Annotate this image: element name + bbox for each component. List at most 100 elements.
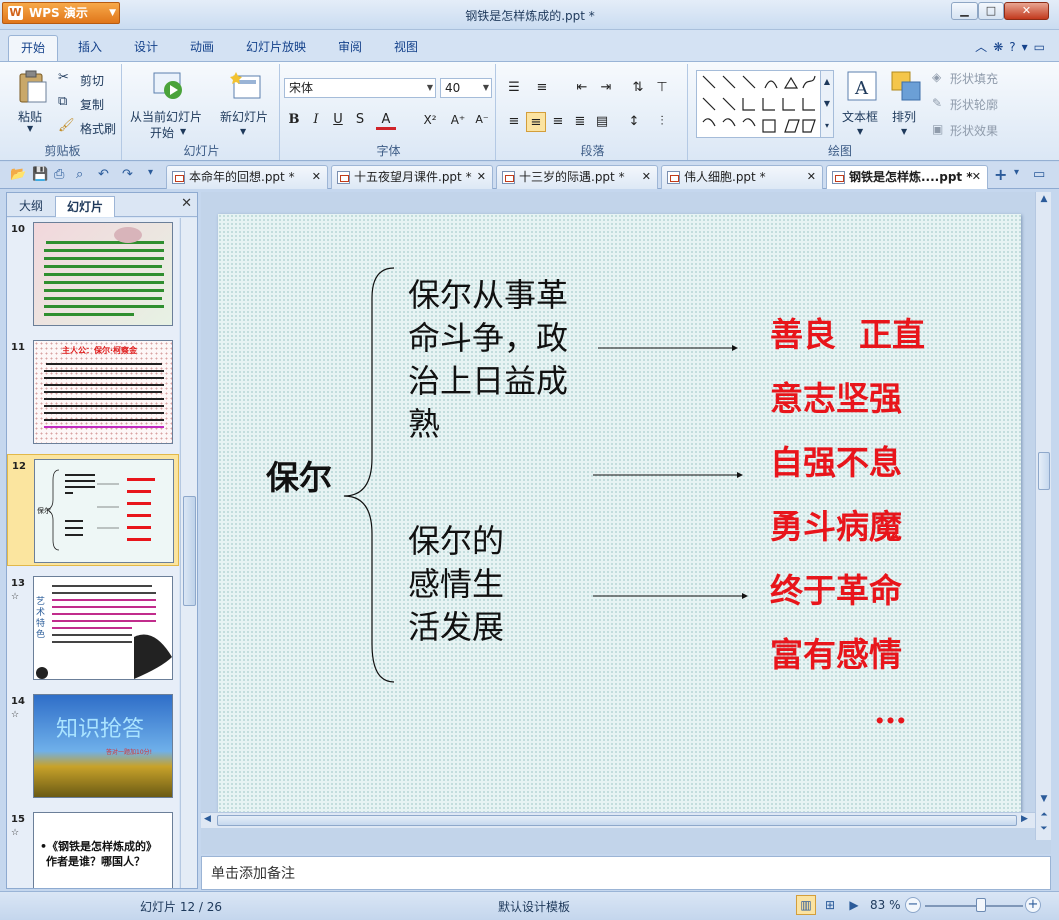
- tab-design[interactable]: 设计: [122, 35, 170, 61]
- zoom-in-button[interactable]: +: [1025, 897, 1041, 913]
- line-spacing-icon[interactable]: ↕: [624, 112, 644, 132]
- save-icon[interactable]: 💾: [32, 167, 48, 182]
- chevron-down-icon[interactable]: ▾: [1022, 40, 1034, 54]
- decrease-indent-icon[interactable]: ⇤: [572, 78, 592, 98]
- tab-view[interactable]: 视图: [382, 35, 430, 61]
- zoom-slider-handle[interactable]: [976, 898, 987, 912]
- redo-icon[interactable]: ↷: [122, 167, 133, 182]
- minimize-button[interactable]: ▁: [951, 2, 978, 20]
- zoom-out-button[interactable]: −: [905, 897, 921, 913]
- scroll-thumb[interactable]: [183, 496, 196, 606]
- align-left-icon[interactable]: ≡: [504, 112, 524, 132]
- doc-tab-1[interactable]: 本命年的回想.ppt * ✕: [166, 165, 328, 189]
- distribute-icon[interactable]: ▤: [592, 112, 612, 132]
- open-folder-icon[interactable]: 📂: [10, 167, 26, 182]
- tab-list-icon[interactable]: ▾: [1014, 167, 1019, 178]
- align-center-icon[interactable]: ≡: [526, 112, 546, 132]
- slide-thumb-14[interactable]: 14 ☆ 知识抢答 答对一题加10分!: [7, 690, 179, 802]
- shape-gallery[interactable]: ▲ ▼ ▾: [696, 70, 834, 138]
- text-direction-icon[interactable]: ⇅: [628, 78, 648, 98]
- grow-font-button[interactable]: A⁺: [448, 110, 468, 130]
- justify-icon[interactable]: ≣: [570, 112, 590, 132]
- font-name-select[interactable]: 宋体 ▼: [284, 78, 436, 98]
- close-icon[interactable]: ✕: [807, 166, 816, 188]
- close-icon[interactable]: ✕: [972, 166, 981, 188]
- scroll-thumb[interactable]: [217, 815, 1017, 826]
- slide-canvas[interactable]: 保尔 保尔从事革 命斗争，政 治上日益成 熟 保尔的 感情生 活发展 善良 正直…: [218, 214, 1021, 817]
- close-button[interactable]: ✕: [1004, 2, 1049, 20]
- scroll-right-icon[interactable]: ▶: [1021, 814, 1028, 824]
- tab-outline[interactable]: 大纲: [9, 196, 53, 217]
- numbered-list-icon[interactable]: ≡: [532, 78, 552, 98]
- undo-icon[interactable]: ↶: [98, 167, 109, 182]
- editor-horizontal-scrollbar[interactable]: ◀ ▶: [201, 812, 1035, 828]
- columns-icon[interactable]: ⫶: [652, 112, 672, 132]
- bullet-list-icon[interactable]: ☰: [504, 78, 524, 98]
- notes-field[interactable]: 单击添加备注: [201, 856, 1051, 890]
- previous-slide-icon[interactable]: ⏶: [1038, 810, 1050, 820]
- play-from-current-button[interactable]: 从当前幻灯片 开始 ▼: [128, 66, 212, 142]
- textbox-button[interactable]: A 文本框 ▼: [840, 68, 884, 142]
- slide-thumb-12[interactable]: 12 保尔: [7, 454, 179, 566]
- align-right-icon[interactable]: ≡: [548, 112, 568, 132]
- doc-tab-3[interactable]: 十三岁的际遇.ppt * ✕: [496, 165, 658, 189]
- slide-sorter-icon[interactable]: ⊞: [820, 895, 840, 915]
- maximize-button[interactable]: □: [978, 2, 1004, 20]
- tab-home[interactable]: 开始: [8, 35, 58, 61]
- slide-thumb-15[interactable]: 15 ☆ •《钢铁是怎样炼成的》 作者是谁？哪国人？: [7, 808, 179, 888]
- print-preview-icon[interactable]: ⌕: [76, 167, 83, 182]
- italic-button[interactable]: I: [306, 110, 326, 130]
- cut-button[interactable]: ✂ 剪切: [58, 70, 118, 90]
- paste-button[interactable]: 粘贴 ▼: [10, 66, 54, 138]
- align-text-icon[interactable]: ⊤: [652, 78, 672, 98]
- superscript-button[interactable]: X²: [420, 110, 440, 130]
- format-painter-button[interactable]: 🖌 格式刷: [58, 118, 120, 138]
- slide-thumb-11[interactable]: 11 主人公：保尔·柯察金: [7, 336, 179, 448]
- zoom-slider[interactable]: [925, 905, 1023, 907]
- close-icon[interactable]: ✕: [181, 196, 192, 211]
- copy-button[interactable]: ⧉ 复制: [58, 94, 118, 114]
- arrange-button[interactable]: 排列 ▼: [886, 68, 926, 142]
- gallery-scroll[interactable]: ▲ ▼ ▾: [820, 71, 833, 137]
- doc-tab-5[interactable]: 钢铁是怎样炼....ppt * ✕: [826, 165, 988, 189]
- next-slide-icon[interactable]: ⏷: [1038, 824, 1050, 834]
- shrink-font-button[interactable]: A⁻: [472, 110, 492, 130]
- scroll-left-icon[interactable]: ◀: [204, 814, 211, 824]
- scroll-thumb[interactable]: [1038, 452, 1050, 490]
- tab-review[interactable]: 审阅: [326, 35, 374, 61]
- doc-tab-2[interactable]: 十五夜望月课件.ppt * ✕: [331, 165, 493, 189]
- tab-insert[interactable]: 插入: [66, 35, 114, 61]
- scroll-up-icon[interactable]: ▲: [1038, 194, 1050, 204]
- new-tab-icon[interactable]: +: [994, 165, 1007, 184]
- thumbnail-scrollbar[interactable]: [180, 218, 197, 888]
- customize-toolbar-icon[interactable]: ▾: [148, 167, 153, 178]
- new-slide-button[interactable]: 新幻灯片 ▼: [218, 66, 278, 142]
- slide-thumb-13[interactable]: 13 ☆ 艺术特色: [7, 572, 179, 684]
- slide-thumb-10[interactable]: 10: [7, 218, 179, 330]
- close-icon[interactable]: ✕: [312, 166, 321, 188]
- clipboard-group-label: 剪贴板: [44, 144, 81, 158]
- tab-slideshow[interactable]: 幻灯片放映: [234, 35, 318, 61]
- close-icon[interactable]: ✕: [477, 166, 486, 188]
- slideshow-icon[interactable]: ▶: [844, 895, 864, 915]
- normal-view-icon[interactable]: ▥: [796, 895, 816, 915]
- editor-vertical-scrollbar[interactable]: ▲ ▼ ⏶ ⏷: [1035, 192, 1051, 840]
- close-icon[interactable]: ✕: [642, 166, 651, 188]
- print-icon[interactable]: ⎙: [54, 167, 64, 182]
- skin-icon[interactable]: ❋: [993, 40, 1009, 54]
- window-layout-icon[interactable]: ▭: [1033, 167, 1045, 182]
- bold-button[interactable]: B: [284, 110, 304, 130]
- shadow-button[interactable]: S: [350, 110, 370, 130]
- underline-button[interactable]: U: [328, 110, 348, 130]
- ribbon-minimize-icon[interactable]: ▭: [1034, 40, 1051, 54]
- doc-tab-4[interactable]: 伟人细胞.ppt * ✕: [661, 165, 823, 189]
- font-size-select[interactable]: 40 ▼: [440, 78, 492, 98]
- scroll-down-icon[interactable]: ▼: [1038, 794, 1050, 804]
- tab-animation[interactable]: 动画: [178, 35, 226, 61]
- font-color-button[interactable]: A: [376, 110, 396, 130]
- chevron-up-icon[interactable]: ︿: [975, 40, 993, 54]
- app-menu-button[interactable]: W WPS 演示 ▼: [2, 2, 120, 24]
- tab-slides[interactable]: 幻灯片: [55, 196, 115, 217]
- increase-indent-icon[interactable]: ⇥: [596, 78, 616, 98]
- help-icon[interactable]: ?: [1009, 40, 1021, 54]
